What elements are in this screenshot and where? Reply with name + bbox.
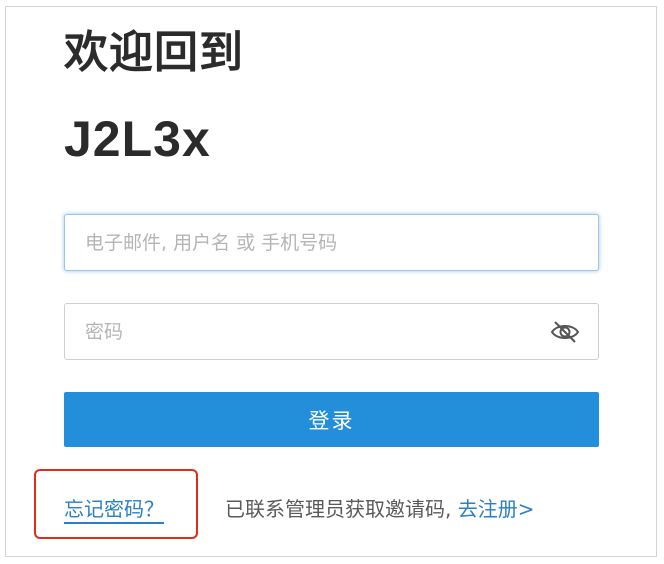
register-prompt: 已联系管理员获取邀请码, 去注册>: [225, 495, 534, 523]
login-button[interactable]: 登录: [64, 392, 599, 447]
identifier-input[interactable]: [65, 215, 598, 270]
welcome-heading: 欢迎回到: [64, 27, 244, 78]
password-field[interactable]: [64, 303, 599, 360]
password-input[interactable]: [65, 304, 598, 359]
login-panel: 欢迎回到 J2L3x 登录 忘记密码？ 已联系管理员获取邀请码, 去注册>: [5, 6, 657, 557]
invite-text: 已联系管理员获取邀请码,: [225, 497, 452, 521]
register-link[interactable]: 去注册>: [458, 497, 535, 521]
brand-name: J2L3x: [64, 111, 211, 167]
identifier-field[interactable]: [64, 214, 599, 271]
eye-slash-icon[interactable]: [550, 319, 580, 345]
forgot-password-link[interactable]: 忘记密码？: [64, 495, 164, 523]
